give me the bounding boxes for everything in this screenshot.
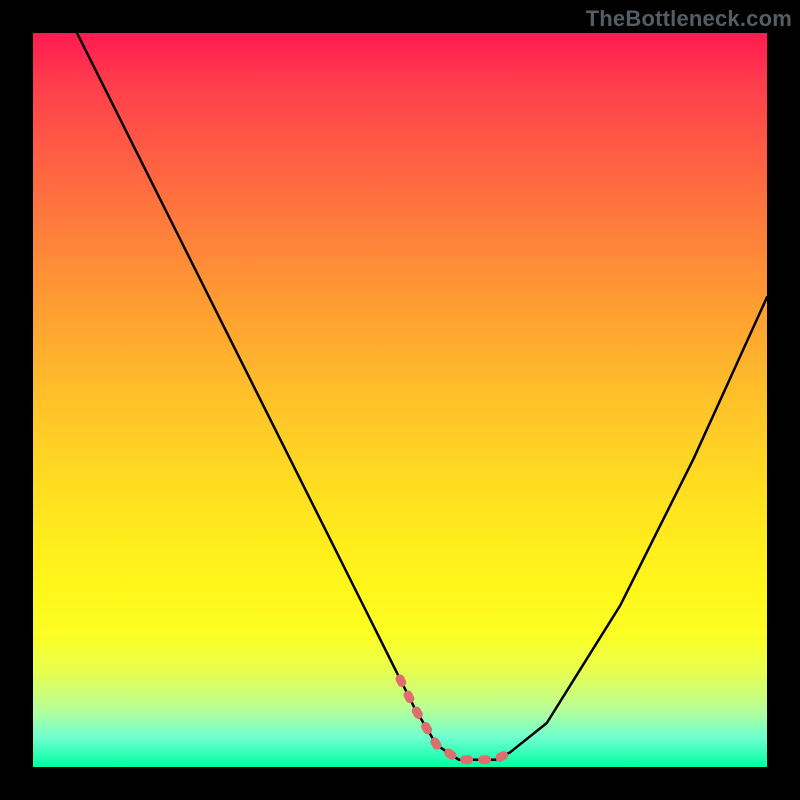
optimal-range-marker [400, 679, 510, 760]
watermark-text: TheBottleneck.com [586, 6, 792, 32]
plot-area [33, 33, 767, 767]
curve-svg [33, 33, 767, 767]
chart-frame: TheBottleneck.com [0, 0, 800, 800]
bottleneck-curve [77, 33, 767, 760]
